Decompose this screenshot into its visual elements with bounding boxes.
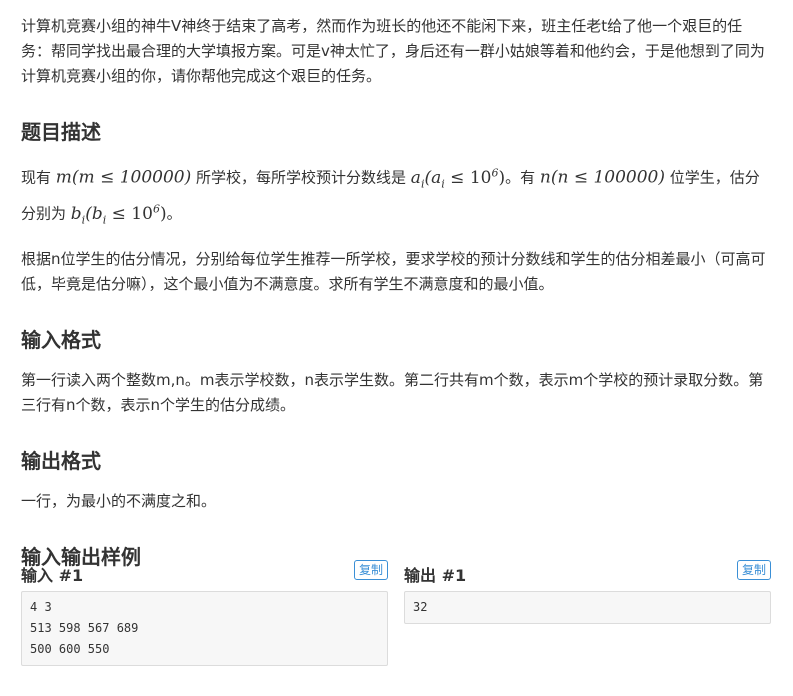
sample-input-title: 输入 #1: [21, 566, 84, 585]
description-text: 。: [166, 204, 182, 223]
math-n-cond: (n ≤ 100000): [550, 167, 666, 188]
math-m-var: m: [55, 167, 72, 188]
sample-input-header: 输入 #1 复制: [21, 560, 388, 586]
sample-output-title: 输出 #1: [404, 566, 467, 585]
sample-input-panel: 输入 #1 复制 4 3 513 598 567 689 500 600 550: [21, 560, 388, 666]
math-b-cond: (b: [85, 203, 103, 224]
output-format-text: 一行，为最小的不满度之和。: [21, 492, 217, 511]
description-paragraph-2: 根据n位学生的估分情况，分别给每位学生推荐一所学校，要求学校的预计分数线和学生的…: [21, 250, 766, 294]
math-b-exp: 6: [152, 202, 160, 216]
sample-input-code: 4 3 513 598 567 689 500 600 550: [21, 591, 388, 666]
math-a-cond: ≤ 10: [444, 167, 492, 188]
math-b: bi(bi ≤ 106): [70, 202, 167, 226]
input-format-heading: 输入格式: [21, 328, 101, 353]
math-b-cond: ≤ 10: [106, 203, 153, 224]
description-text: 所学校，每所学校预计分数线是: [191, 168, 411, 187]
description-heading: 题目描述: [21, 120, 101, 144]
math-b-cond: ): [159, 203, 167, 224]
math-b-var: b: [70, 203, 82, 224]
math-n-var: n: [539, 167, 551, 188]
math-a-var: a: [410, 167, 421, 188]
intro-paragraph: 计算机竞赛小组的神牛V神终于结束了高考，然而作为班长的他还不能闲下来，班主任老t…: [21, 17, 765, 85]
input-format-text: 第一行读入两个整数m,n。m表示学校数，n表示学生数。第二行共有m个数，表示m个…: [21, 371, 764, 415]
copy-input-button[interactable]: 复制: [353, 560, 388, 580]
math-m: m(m ≤ 100000): [56, 168, 191, 188]
sample-output-header: 输出 #1 复制: [404, 560, 771, 586]
problem-content: 计算机竞赛小组的神牛V神终于结束了高考，然而作为班长的他还不能闲下来，班主任老t…: [21, 14, 771, 571]
sample-output-panel: 输出 #1 复制 32: [404, 560, 771, 624]
description-paragraph-1: 现有 m(m ≤ 100000) 所学校，每所学校预计分数线是 ai(ai ≤ …: [21, 160, 771, 232]
math-n: n(n ≤ 100000): [540, 168, 665, 188]
output-format-heading: 输出格式: [21, 449, 101, 474]
math-m-cond: (m ≤ 100000): [71, 167, 192, 188]
sample-output-code: 32: [404, 591, 771, 624]
description-text: 现有: [21, 168, 56, 187]
samples-area: 输入 #1 复制 4 3 513 598 567 689 500 600 550…: [21, 560, 771, 670]
copy-output-button[interactable]: 复制: [736, 560, 771, 580]
description-text: 。有: [505, 168, 540, 187]
math-a-cond: (a: [424, 167, 442, 188]
math-a: ai(ai ≤ 106): [410, 166, 505, 190]
